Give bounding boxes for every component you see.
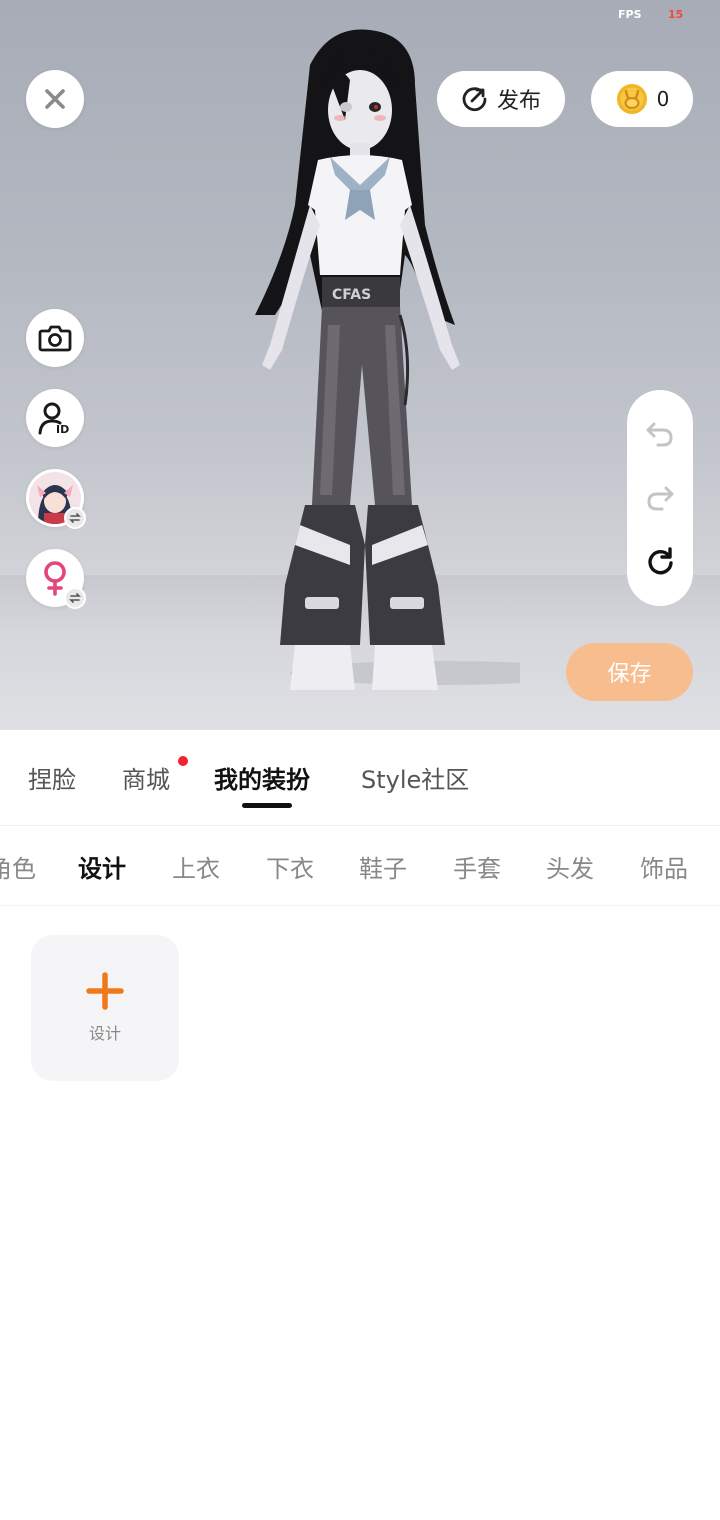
redo-button[interactable] <box>640 478 680 518</box>
reset-icon <box>648 547 673 575</box>
svg-text:CFAS: CFAS <box>332 287 371 303</box>
reset-button[interactable] <box>640 542 680 582</box>
coin-balance-button[interactable]: 0 <box>591 71 693 127</box>
swap-badge <box>64 587 86 609</box>
category-shoes[interactable]: 鞋子 <box>359 849 407 884</box>
redo-icon <box>647 486 674 511</box>
save-button[interactable]: 保存 <box>566 643 693 701</box>
category-design[interactable]: 设计 <box>78 849 126 884</box>
history-panel <box>627 390 693 606</box>
tab-style-community[interactable]: Style社区 <box>361 760 469 795</box>
undo-icon <box>646 422 673 447</box>
coin-count: 0 <box>656 87 670 111</box>
character-switch-button[interactable] <box>26 469 86 529</box>
category-hair[interactable]: 头发 <box>546 849 594 884</box>
close-button[interactable] <box>26 70 84 128</box>
swap-badge <box>64 507 86 529</box>
camera-icon <box>38 325 72 352</box>
tab-my-outfits[interactable]: 我的装扮 <box>214 760 310 795</box>
plus-icon <box>86 972 124 1010</box>
avatar-model[interactable]: CFAS <box>200 25 520 715</box>
new-design-card[interactable]: 设计 <box>31 935 179 1081</box>
tab-face[interactable]: 捏脸 <box>28 760 76 795</box>
category-tab-bar[interactable]: 角色 设计 上衣 下衣 鞋子 手套 头发 饰品 <box>0 826 720 906</box>
new-design-label: 设计 <box>88 1024 121 1043</box>
coin-icon <box>616 84 647 114</box>
main-tab-bar: 捏脸 商城 我的装扮 Style社区 <box>0 730 720 826</box>
publish-label: 发布 <box>496 89 541 114</box>
category-accessories[interactable]: 饰品 <box>640 849 688 884</box>
fps-label: FPS <box>618 8 642 21</box>
user-id-icon: ID <box>38 402 69 436</box>
undo-button[interactable] <box>640 414 680 454</box>
svg-text:ID: ID <box>56 423 69 436</box>
avatar-shirt <box>308 155 412 275</box>
tab-shop[interactable]: 商城 <box>122 760 170 795</box>
publish-button[interactable]: 发布 <box>437 71 565 127</box>
category-role[interactable]: 角色 <box>0 849 36 884</box>
gender-switch-button[interactable] <box>26 549 86 609</box>
swap-icon <box>69 513 81 523</box>
avatar-boot-left <box>280 505 365 645</box>
category-tops[interactable]: 上衣 <box>172 849 220 884</box>
avatar-boot-right <box>365 505 445 645</box>
category-gloves[interactable]: 手套 <box>453 849 501 884</box>
category-bottoms[interactable]: 下衣 <box>266 849 314 884</box>
close-icon <box>45 89 65 109</box>
avatar-scene[interactable]: FPS 15 CFAS ID 发布 0 保存 <box>0 0 720 730</box>
swap-icon <box>69 593 81 603</box>
fps-value: 15 <box>668 8 684 21</box>
active-tab-indicator <box>242 803 292 808</box>
avatar-id-button[interactable]: ID <box>26 389 84 447</box>
publish-icon <box>462 87 487 112</box>
shop-notification-dot <box>178 756 188 766</box>
camera-button[interactable] <box>26 309 84 367</box>
